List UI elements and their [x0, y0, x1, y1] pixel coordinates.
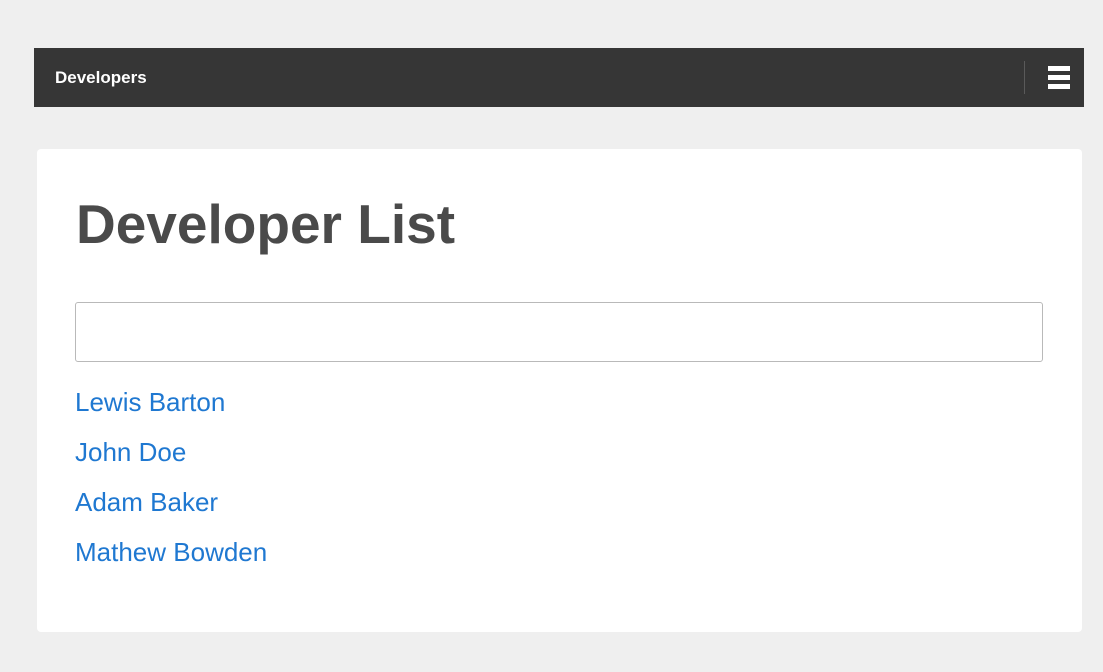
list-item: John Doe [75, 431, 267, 481]
developer-link[interactable]: Mathew Bowden [75, 537, 267, 567]
navbar: Developers [34, 48, 1084, 107]
navbar-divider [1024, 61, 1025, 94]
developer-link[interactable]: Adam Baker [75, 487, 218, 517]
developer-link[interactable]: John Doe [75, 437, 186, 467]
developer-link[interactable]: Lewis Barton [75, 387, 225, 417]
list-item: Adam Baker [75, 481, 267, 531]
list-item: Mathew Bowden [75, 531, 267, 581]
navbar-title[interactable]: Developers [55, 68, 147, 88]
page-title: Developer List [76, 193, 456, 255]
menu-button[interactable] [1034, 48, 1084, 107]
search-input[interactable] [75, 302, 1043, 362]
list-item: Lewis Barton [75, 381, 267, 431]
content-card: Developer List Lewis Barton John Doe Ada… [37, 149, 1082, 632]
developer-list: Lewis Barton John Doe Adam Baker Mathew … [75, 381, 267, 581]
hamburger-menu-icon [1048, 66, 1070, 89]
